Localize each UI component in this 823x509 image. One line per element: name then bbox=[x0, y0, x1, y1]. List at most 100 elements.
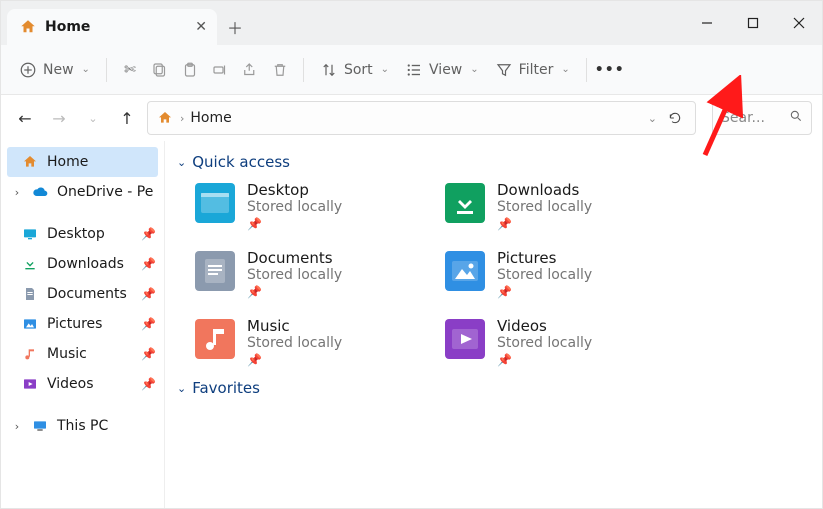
pin-icon: 📌 bbox=[497, 285, 592, 299]
breadcrumb-current[interactable]: Home bbox=[190, 110, 231, 126]
item-name: Desktop bbox=[247, 181, 342, 199]
view-button[interactable]: View ⌄ bbox=[397, 57, 487, 83]
separator bbox=[586, 58, 587, 82]
pin-icon: 📌 bbox=[141, 347, 156, 361]
rename-icon bbox=[211, 61, 229, 79]
view-label: View bbox=[429, 62, 462, 78]
chevron-right-icon[interactable]: › bbox=[11, 186, 23, 199]
up-button[interactable]: ↑ bbox=[113, 104, 141, 132]
new-label: New bbox=[43, 62, 74, 78]
pin-icon: 📌 bbox=[141, 227, 156, 241]
section-header-favorites[interactable]: ⌄ Favorites bbox=[177, 379, 810, 397]
item-name: Documents bbox=[247, 249, 342, 267]
pc-icon bbox=[31, 417, 49, 435]
folder-icon bbox=[445, 183, 485, 223]
quick-access-item[interactable]: VideosStored locally 📌 bbox=[445, 317, 675, 367]
back-button[interactable]: ← bbox=[11, 104, 39, 132]
sidebar-item-videos[interactable]: Videos 📌 bbox=[1, 369, 164, 399]
maximize-button[interactable] bbox=[730, 1, 776, 45]
sidebar-label: Music bbox=[47, 346, 87, 362]
quick-access-item[interactable]: DocumentsStored locally 📌 bbox=[195, 249, 425, 299]
filter-button[interactable]: Filter ⌄ bbox=[487, 57, 578, 83]
rename-button[interactable] bbox=[205, 57, 235, 83]
sort-button[interactable]: Sort ⌄ bbox=[312, 57, 397, 83]
quick-access-section: ⌄ Quick access DesktopStored locally📌Dow… bbox=[177, 153, 810, 367]
copy-icon bbox=[151, 61, 169, 79]
item-subtitle: Stored locally bbox=[497, 199, 592, 215]
search-icon bbox=[789, 109, 803, 127]
refresh-button[interactable] bbox=[663, 104, 687, 132]
chevron-down-icon: ⌄ bbox=[82, 64, 90, 75]
item-subtitle: Stored locally bbox=[247, 267, 342, 283]
quick-access-item[interactable]: PicturesStored locally📌 bbox=[445, 249, 675, 299]
quick-access-item[interactable]: DownloadsStored locally📌 bbox=[445, 181, 675, 231]
minimize-button[interactable] bbox=[684, 1, 730, 45]
sidebar-label: Videos bbox=[47, 376, 94, 392]
delete-button[interactable] bbox=[265, 57, 295, 83]
item-subtitle: Stored locally bbox=[497, 335, 592, 351]
cut-button[interactable]: ✄ bbox=[115, 57, 145, 83]
search-input[interactable]: Sear... bbox=[712, 101, 812, 135]
clipboard-icon bbox=[181, 61, 199, 79]
copy-button[interactable] bbox=[145, 57, 175, 83]
sidebar-label: Pictures bbox=[47, 316, 102, 332]
pin-icon: 📌 bbox=[141, 257, 156, 271]
body: Home › OneDrive - Pe Desktop 📌 Downloads… bbox=[1, 141, 822, 508]
share-button[interactable] bbox=[235, 57, 265, 83]
home-icon bbox=[19, 18, 37, 36]
sidebar-item-documents[interactable]: Documents 📌 bbox=[1, 279, 164, 309]
breadcrumb-bar[interactable]: › Home ⌄ bbox=[147, 101, 696, 135]
list-icon bbox=[405, 61, 423, 79]
sidebar-label: This PC bbox=[57, 418, 108, 434]
title-bar: Home ✕ ＋ bbox=[1, 1, 822, 45]
pictures-icon bbox=[21, 315, 39, 333]
sidebar-item-pictures[interactable]: Pictures 📌 bbox=[1, 309, 164, 339]
ellipsis-icon: ••• bbox=[601, 61, 619, 79]
quick-access-item[interactable]: MusicStored locally📌 bbox=[195, 317, 425, 367]
home-icon bbox=[156, 109, 174, 127]
pin-icon: 📌 bbox=[247, 285, 342, 299]
filter-label: Filter bbox=[519, 62, 554, 78]
chevron-right-icon[interactable]: › bbox=[11, 420, 23, 433]
separator bbox=[303, 58, 304, 82]
download-icon bbox=[21, 255, 39, 273]
filter-icon bbox=[495, 61, 513, 79]
item-name: Videos bbox=[497, 317, 592, 335]
chevron-right-icon[interactable]: › bbox=[174, 112, 190, 125]
section-header-quick-access[interactable]: ⌄ Quick access bbox=[177, 153, 810, 171]
folder-icon bbox=[195, 183, 235, 223]
quick-access-item[interactable]: DesktopStored locally📌 bbox=[195, 181, 425, 231]
home-icon bbox=[21, 153, 39, 171]
item-subtitle: Stored locally bbox=[247, 199, 342, 215]
chevron-down-icon[interactable]: ⌄ bbox=[642, 112, 663, 125]
sidebar-item-desktop[interactable]: Desktop 📌 bbox=[1, 219, 164, 249]
more-button[interactable]: ••• bbox=[595, 57, 625, 83]
paste-button[interactable] bbox=[175, 57, 205, 83]
tab-strip: Home ✕ ＋ bbox=[1, 1, 253, 45]
sidebar-item-home[interactable]: Home bbox=[7, 147, 158, 177]
command-bar: New ⌄ ✄ Sort ⌄ View ⌄ Filter ⌄ ••• bbox=[1, 45, 822, 95]
sidebar-item-music[interactable]: Music 📌 bbox=[1, 339, 164, 369]
close-window-button[interactable] bbox=[776, 1, 822, 45]
close-tab-icon[interactable]: ✕ bbox=[195, 20, 207, 34]
new-button[interactable]: New ⌄ bbox=[11, 57, 98, 83]
sidebar-item-onedrive[interactable]: › OneDrive - Pe bbox=[1, 177, 164, 207]
sort-label: Sort bbox=[344, 62, 373, 78]
chevron-down-icon: ⌄ bbox=[561, 64, 569, 75]
forward-button[interactable]: → bbox=[45, 104, 73, 132]
recent-dropdown[interactable]: ⌄ bbox=[79, 104, 107, 132]
section-title: Quick access bbox=[192, 153, 290, 171]
music-icon bbox=[21, 345, 39, 363]
documents-icon bbox=[21, 285, 39, 303]
sidebar-item-thispc[interactable]: › This PC bbox=[1, 411, 164, 441]
sidebar-item-downloads[interactable]: Downloads 📌 bbox=[1, 249, 164, 279]
item-name: Music bbox=[247, 317, 342, 335]
new-tab-button[interactable]: ＋ bbox=[217, 9, 253, 45]
chevron-down-icon: ⌄ bbox=[177, 156, 186, 169]
pin-icon: 📌 bbox=[141, 287, 156, 301]
tab-home[interactable]: Home ✕ bbox=[7, 9, 217, 45]
content-pane: ⌄ Quick access DesktopStored locally📌Dow… bbox=[165, 141, 822, 508]
item-name: Pictures bbox=[497, 249, 592, 267]
pin-icon: 📌 bbox=[497, 353, 592, 367]
chevron-down-icon: ⌄ bbox=[381, 64, 389, 75]
